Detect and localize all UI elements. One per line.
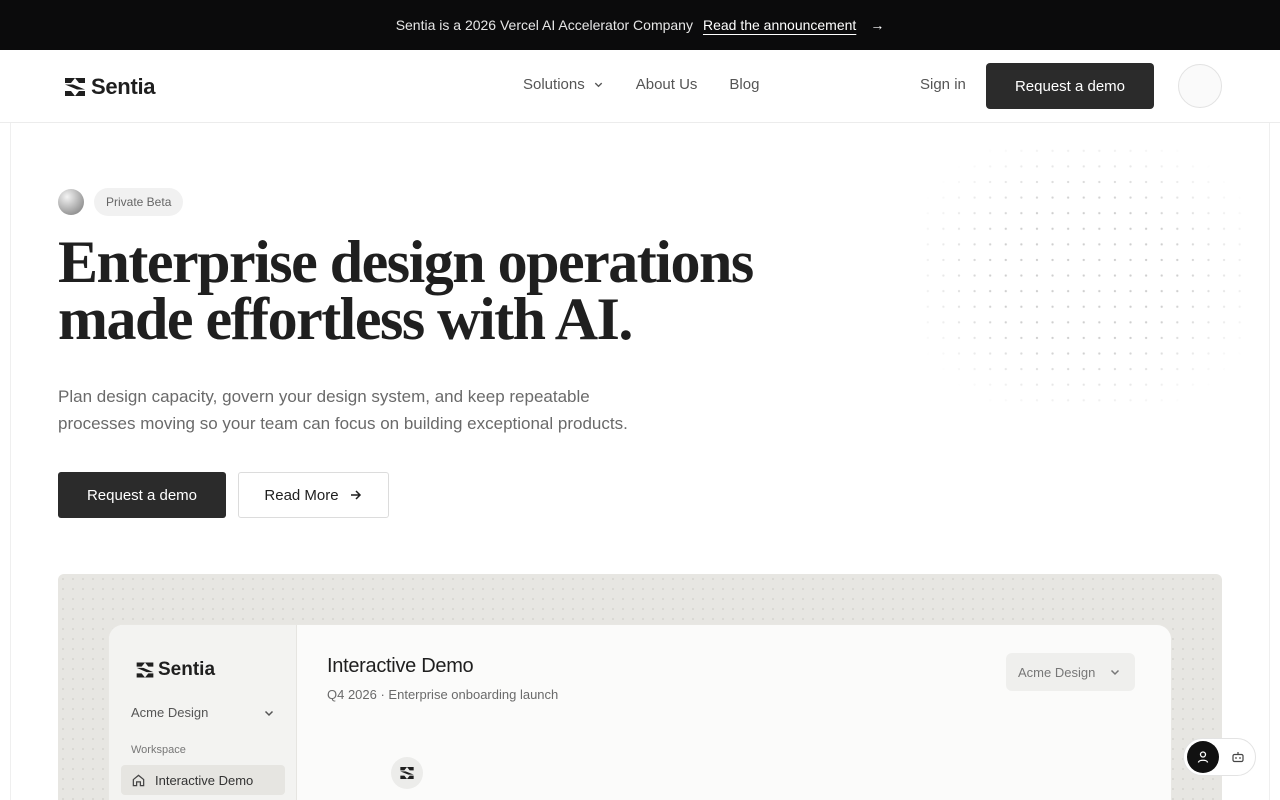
nav-solutions-label: Solutions [523, 76, 585, 93]
hero-title: Enterprise design operations made effort… [58, 232, 818, 349]
sentia-logo-icon [136, 662, 154, 678]
theme-toggle-button[interactable] [1178, 64, 1222, 108]
workspace-select-value: Acme Design [131, 705, 209, 720]
nav-blog[interactable]: Blog [729, 76, 759, 93]
request-demo-button-nav[interactable]: Request a demo [986, 63, 1154, 109]
nav-blog-label: Blog [729, 76, 760, 93]
announcement-text: Sentia is a 2026 Vercel AI Accelerator C… [395, 17, 693, 33]
chevron-down-icon [1110, 669, 1120, 676]
private-beta-badge: Private Beta [94, 188, 184, 216]
demo-app-window: Sentia Acme Design Workspace Interactive… [109, 625, 1171, 800]
user-mode-button[interactable] [1187, 741, 1219, 773]
read-more-button[interactable]: Read More [238, 472, 389, 518]
arrow-right-icon[interactable]: → [870, 17, 884, 33]
demo-sidebar: Sentia Acme Design Workspace Interactive… [109, 625, 297, 800]
hero-title-line-2: made effortless with AI. [58, 286, 633, 352]
announcement-link[interactable]: Read the announcement [703, 17, 856, 33]
demo-page-title: Interactive Demo [327, 655, 474, 677]
brand-logo[interactable]: Sentia [63, 74, 156, 100]
demo-brand-name: Sentia [158, 659, 216, 680]
read-more-label: Read More [264, 486, 339, 504]
nav-about-us[interactable]: About Us [636, 76, 698, 93]
chevron-down-icon [594, 82, 602, 88]
demo-page-subtitle: Q4 2026 · Enterprise onboarding launch [327, 687, 559, 702]
bot-mode-button[interactable] [1227, 746, 1249, 768]
assistant-avatar [391, 757, 423, 789]
demo-preview-area: Sentia Acme Design Workspace Interactive… [58, 574, 1222, 800]
dot-grid-decoration [920, 143, 1250, 408]
bot-icon [1232, 752, 1244, 763]
sphere-icon [58, 189, 84, 215]
nav-links: Solutions About Us Blog [523, 76, 759, 93]
home-icon [132, 774, 145, 786]
sentia-logo-icon [65, 78, 85, 96]
org-select-value: Acme Design [1018, 664, 1096, 680]
sidebar-item-label: Interactive Demo [155, 772, 254, 788]
floating-widget [1183, 738, 1256, 776]
arrow-right-icon [350, 490, 361, 500]
sidebar-section-label: Workspace [131, 744, 186, 756]
sidebar-item-interactive-demo[interactable]: Interactive Demo [121, 765, 285, 795]
request-demo-button[interactable]: Request a demo [58, 472, 226, 518]
user-icon [1197, 751, 1209, 763]
hero-subtitle: Plan design capacity, govern your design… [58, 383, 698, 437]
hero-subtitle-line-2: processes moving so your team can focus … [58, 414, 628, 433]
chevron-down-icon [264, 710, 274, 716]
brand-name: Sentia [91, 74, 156, 99]
sentia-logo-icon [400, 767, 414, 779]
workspace-select[interactable]: Acme Design [131, 705, 275, 720]
announcement-bar: Sentia is a 2026 Vercel AI Accelerator C… [0, 0, 1280, 50]
org-select[interactable]: Acme Design [1006, 653, 1135, 691]
nav-solutions[interactable]: Solutions [523, 76, 604, 93]
hero-subtitle-line-1: Plan design capacity, govern your design… [58, 387, 590, 406]
top-nav: Sentia Solutions About Us Blog Sign in R… [0, 50, 1280, 123]
sign-in-link[interactable]: Sign in [920, 76, 966, 93]
demo-brand-logo: Sentia [135, 659, 215, 681]
beta-badge-row: Private Beta [58, 188, 184, 216]
nav-about-us-label: About Us [635, 76, 698, 93]
